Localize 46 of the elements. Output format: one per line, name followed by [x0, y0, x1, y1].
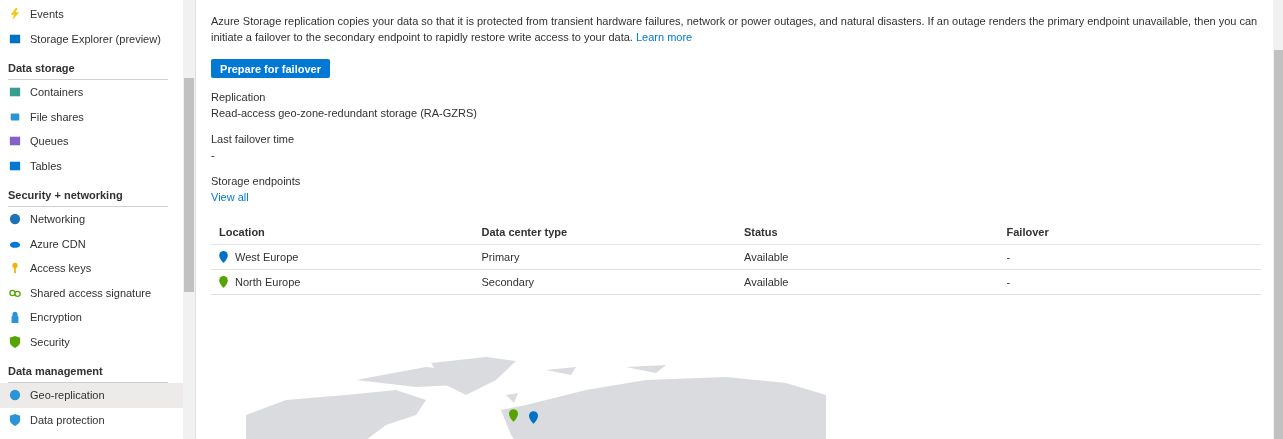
description-text: Azure Storage replication copies your data so that it is protected from transient hardware failures, network or power outages, and natural disasters. If an outage renders the primary endpoint unavailable, then you can initiate a failover to the secondary endpoint to rapidly restore write access to your data. Learn more — [211, 14, 1259, 45]
sidebar-item[interactable]: Security — [0, 329, 183, 354]
field-label: Last failover time — [211, 133, 295, 146]
table-cell: Available — [736, 244, 999, 270]
sidebar-item[interactable]: Geo-replication — [0, 383, 183, 408]
sidebar-item[interactable]: Queues — [0, 129, 183, 154]
sidebar-item[interactable]: Azure CDN — [0, 231, 183, 256]
learn-more-link[interactable]: Learn more — [635, 30, 693, 43]
sidebar-item[interactable]: Containers — [0, 80, 183, 105]
lightning-icon — [9, 8, 21, 21]
scrollbar[interactable] — [183, 0, 195, 439]
sidebar-item[interactable]: Networking — [0, 207, 183, 232]
shield-icon — [9, 413, 21, 426]
sidebar-item[interactable]: Access keys — [0, 256, 183, 281]
table-cell: North Europe — [235, 276, 301, 288]
table-cell: Primary — [473, 244, 736, 270]
sidebar-item[interactable]: File shares — [0, 104, 183, 129]
field-label: Replication — [211, 91, 266, 104]
column-header: Data center type — [473, 222, 736, 245]
lock-icon — [9, 311, 21, 324]
section-header: Data storage — [8, 56, 168, 80]
map-pin-icon — [529, 411, 538, 424]
prepare-failover-button[interactable]: Prepare for failover — [211, 59, 330, 78]
field-label: Storage endpoints — [211, 175, 301, 188]
sidebar-item[interactable]: Shared access signature — [0, 280, 183, 305]
sidebar-item[interactable]: Encryption — [0, 305, 183, 330]
field-value: Read-access geo-zone-redundant storage (RA-GZRS) — [211, 107, 477, 120]
column-header: Status — [736, 222, 999, 245]
map-pin-icon — [509, 409, 518, 422]
table-cell: Secondary — [473, 269, 736, 295]
sidebar-item[interactable]: Events — [0, 2, 183, 27]
column-header: Failover — [998, 222, 1261, 245]
scrollbar[interactable] — [1273, 0, 1283, 439]
sidebar-item[interactable]: Data protection — [0, 407, 183, 432]
key-icon — [9, 262, 21, 275]
shield-icon — [9, 335, 21, 348]
view-all-link[interactable]: View all — [211, 191, 249, 204]
table-cell: Available — [736, 269, 999, 295]
sidebar-item[interactable]: Storage Explorer (preview) — [0, 26, 183, 51]
column-header: Location — [211, 222, 474, 245]
table-cell: - — [998, 269, 1261, 295]
field-value: - — [211, 149, 215, 162]
sidebar-item[interactable]: Tables — [0, 153, 183, 178]
table-cell: West Europe — [235, 251, 299, 263]
section-header: Security + networking — [8, 183, 168, 207]
table-cell: - — [998, 244, 1261, 270]
